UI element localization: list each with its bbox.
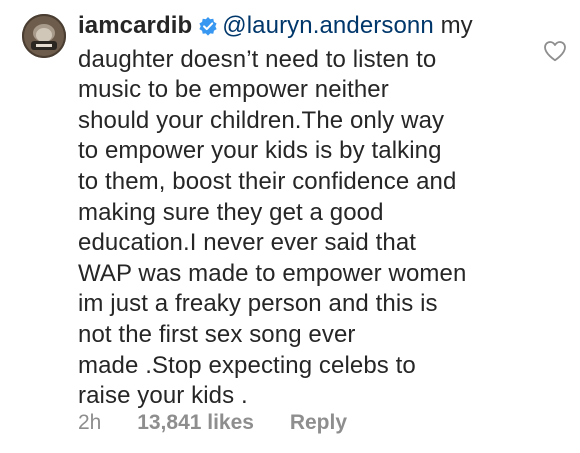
avatar[interactable]: [22, 14, 66, 58]
comment-text-line: should your children.The only way: [78, 106, 445, 134]
comment-text-line: raise your kids .: [78, 382, 248, 410]
username-link[interactable]: iamcardib: [78, 12, 192, 39]
comment-text-line: my: [433, 12, 473, 39]
comment-text-line: education.I never ever said that: [78, 229, 417, 257]
heart-outline-icon[interactable]: [543, 40, 567, 62]
reply-button[interactable]: Reply: [290, 411, 347, 435]
comment-text-line: WAP was made to empower women: [78, 259, 467, 287]
verified-badge-icon: [198, 14, 218, 45]
comment-text-line: to empower your kids is by talking: [78, 137, 442, 165]
comment-text-line: made .Stop expecting celebs to: [78, 351, 416, 379]
comment-text-line: daughter doesn’t need to listen to: [78, 45, 437, 73]
comment-item: iamcardib @lauryn.andersonn my daughter …: [0, 0, 580, 453]
comment-text-line: not the first sex song ever: [78, 320, 356, 348]
comment-text-line: music to be empower neither: [78, 76, 389, 104]
comment-body: iamcardib @lauryn.andersonn my daughter …: [78, 11, 528, 412]
comment-text-line: making sure they get a good: [78, 198, 384, 226]
comment-timestamp[interactable]: 2h: [78, 411, 101, 435]
likes-count[interactable]: 13,841 likes: [137, 411, 254, 435]
comment-text-line: im just a freaky person and this is: [78, 290, 438, 318]
mention-link[interactable]: @lauryn.andersonn: [222, 12, 434, 39]
comment-meta: 2h 13,841 likes Reply: [78, 411, 347, 435]
comment-first-line: iamcardib @lauryn.andersonn my: [78, 11, 528, 45]
comment-text-line: to them, boost their confidence and: [78, 167, 457, 195]
